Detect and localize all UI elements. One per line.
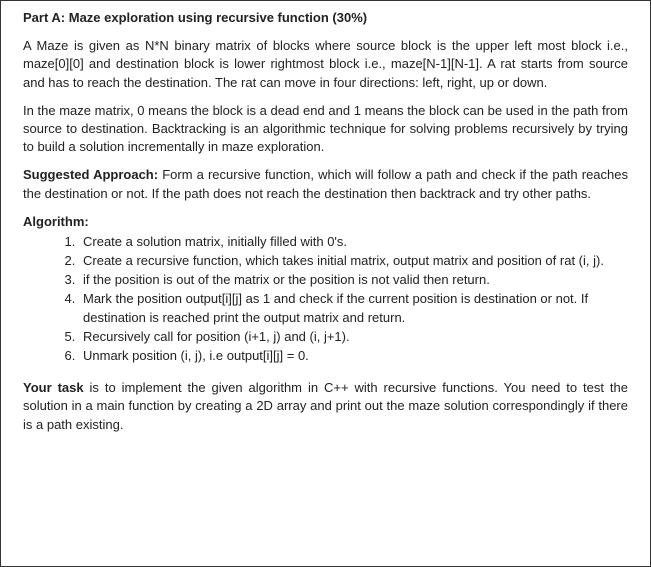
algorithm-step: Create a solution matrix, initially fill… [79, 233, 628, 251]
intro-paragraph-2: In the maze matrix, 0 means the block is… [23, 102, 628, 157]
algorithm-step: Unmark position (i, j), i.e output[i][j]… [79, 347, 628, 365]
your-task-label: Your task [23, 380, 84, 395]
algorithm-step: if the position is out of the matrix or … [79, 271, 628, 289]
algorithm-step: Mark the position output[i][j] as 1 and … [79, 290, 628, 326]
suggested-approach-label: Suggested Approach: [23, 167, 158, 182]
intro-paragraph-1: A Maze is given as N*N binary matrix of … [23, 37, 628, 92]
your-task: Your task is to implement the given algo… [23, 379, 628, 434]
your-task-text: is to implement the given algorithm in C… [23, 380, 628, 431]
document-page: Part A: Maze exploration using recursive… [0, 0, 651, 567]
algorithm-list: Create a solution matrix, initially fill… [23, 233, 628, 365]
part-a-title: Part A: Maze exploration using recursive… [23, 9, 628, 27]
algorithm-step: Create a recursive function, which takes… [79, 252, 628, 270]
algorithm-heading: Algorithm: [23, 213, 628, 231]
suggested-approach: Suggested Approach: Form a recursive fun… [23, 166, 628, 202]
algorithm-step: Recursively call for position (i+1, j) a… [79, 328, 628, 346]
